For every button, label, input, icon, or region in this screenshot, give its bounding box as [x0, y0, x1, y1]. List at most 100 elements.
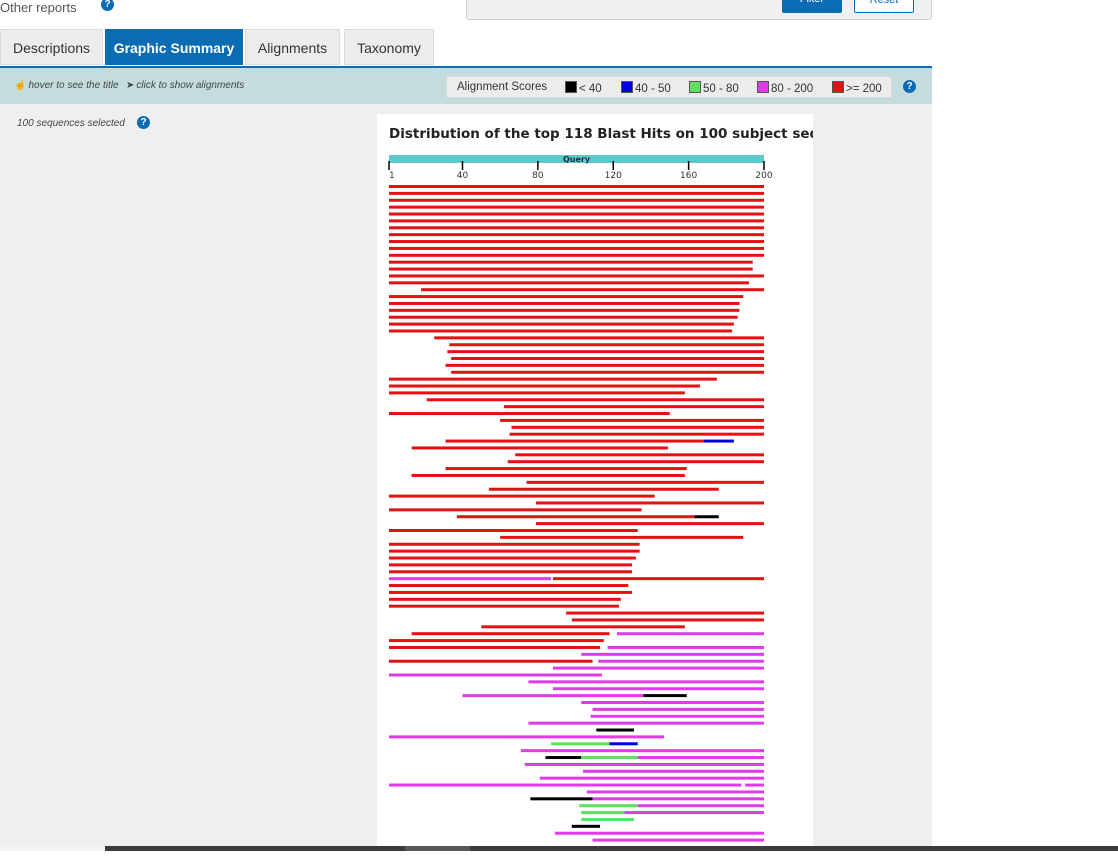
legend-swatch — [621, 81, 633, 93]
hit-segment — [456, 515, 695, 519]
legend-label: >= 200 — [846, 83, 882, 95]
hit-segment — [389, 260, 753, 264]
alignment-graphic-panel: Distribution of the top 118 Blast Hits o… — [377, 114, 873, 854]
other-reports-label: Other reports — [0, 0, 77, 15]
taskbar-item — [405, 846, 470, 851]
blast-hits-graphic: Distribution of the top 118 Blast Hits o… — [388, 126, 873, 842]
hit-segment — [389, 253, 764, 257]
hand-pointer-icon: ☝ — [14, 80, 27, 91]
hit-segment — [389, 597, 621, 601]
axis-tick-label: 120 — [605, 171, 622, 181]
hit-segment — [503, 405, 764, 409]
legend-label: 50 - 80 — [703, 83, 739, 95]
legend-item-40-50: 40 - 50 — [621, 81, 671, 95]
legend-label: 40 - 50 — [635, 83, 671, 95]
hit-segment — [586, 790, 764, 794]
hover-hint-text: hover to see the title — [28, 80, 119, 91]
hit-segment — [389, 604, 619, 608]
hit-segment — [389, 735, 665, 739]
hit-segment — [389, 377, 717, 381]
tab-graphic-summary[interactable]: Graphic Summary — [105, 29, 243, 65]
axis-tick-label: 80 — [532, 171, 544, 181]
hit-segment — [389, 659, 593, 663]
hit-segment — [592, 707, 764, 711]
help-icon[interactable]: ? — [101, 0, 114, 11]
hit-segment — [411, 473, 685, 477]
hit-segment — [389, 384, 700, 388]
tab-alignments[interactable]: Alignments — [245, 29, 340, 65]
hit-segment — [389, 281, 749, 285]
hit-segment — [389, 563, 633, 567]
hit-segment — [445, 439, 704, 443]
click-hint-text: click to show alignments — [136, 80, 245, 91]
hit-segment — [389, 783, 742, 787]
hit-segment — [389, 267, 753, 271]
hit-segment — [637, 804, 764, 808]
tab-taxonomy[interactable]: Taxonomy — [344, 29, 434, 65]
hit-segment — [507, 460, 764, 464]
hover-hint: ☝ hover to see the title — [14, 80, 119, 91]
hit-segment — [592, 838, 764, 842]
hit-segment — [481, 625, 685, 629]
hit-segment — [552, 577, 764, 581]
alignment-score-legend: Alignment Scores < 40 40 - 50 50 - 80 80… — [446, 76, 892, 98]
hit-segment — [389, 185, 764, 188]
graphic-toolbar: ☝ hover to see the title ➤ click to show a… — [0, 66, 932, 104]
legend-item-lt40: < 40 — [565, 81, 602, 95]
hit-segment — [515, 453, 764, 457]
hit-segment — [389, 577, 552, 581]
hit-segment — [592, 797, 764, 801]
hit-segment — [389, 212, 764, 216]
hit-segment — [745, 783, 764, 787]
hit-segment — [389, 673, 602, 677]
hit-segment — [389, 226, 764, 230]
hit-segment — [624, 811, 764, 815]
hit-segment — [389, 529, 638, 532]
hit-segment — [389, 191, 764, 195]
hit-segment — [451, 370, 764, 374]
hit-segment — [389, 219, 764, 223]
hit-segment — [389, 295, 744, 299]
hit-segment — [581, 756, 638, 760]
legend-label: 80 - 200 — [771, 83, 814, 95]
hit-segment — [389, 391, 685, 395]
hit-segment — [590, 714, 764, 718]
hit-segment — [434, 336, 764, 340]
hit-segment — [389, 542, 640, 546]
hit-segment — [539, 776, 764, 780]
filter-button[interactable]: Filter — [782, 0, 842, 13]
hit-segment — [552, 687, 764, 691]
axis-tick-label: 160 — [680, 171, 697, 181]
hit-segment — [389, 301, 740, 305]
hit-segment — [617, 632, 764, 636]
hit-segment — [583, 769, 764, 773]
hit-segment — [445, 363, 764, 367]
hit-segment — [511, 425, 764, 429]
reset-button[interactable]: Reset — [854, 0, 914, 13]
hit-segment — [535, 501, 764, 505]
hit-segment — [389, 556, 636, 560]
hit-segment — [389, 508, 642, 512]
graphic-title: Distribution of the top 118 Blast Hits o… — [389, 126, 813, 142]
hit-segment — [426, 398, 764, 402]
hit-segment — [530, 797, 593, 801]
hit-segment — [500, 418, 764, 422]
hit-segment — [389, 412, 670, 416]
hit-segment — [551, 742, 610, 746]
hit-segment — [703, 439, 734, 443]
hit-segment — [451, 357, 764, 360]
hit-segment — [389, 274, 764, 278]
help-icon[interactable]: ? — [903, 80, 916, 93]
tab-descriptions[interactable]: Descriptions — [0, 29, 103, 65]
hit-segment — [445, 467, 687, 471]
hit-segment — [389, 240, 764, 244]
hit-segment — [581, 652, 764, 656]
hit-segment — [694, 515, 719, 519]
hit-segment — [411, 446, 668, 450]
hit-segment — [596, 728, 634, 732]
hit-segment — [554, 831, 764, 835]
hit-segment — [535, 522, 764, 526]
hit-segment — [528, 721, 764, 725]
hit-segment — [389, 233, 764, 237]
help-icon[interactable]: ? — [137, 116, 150, 129]
